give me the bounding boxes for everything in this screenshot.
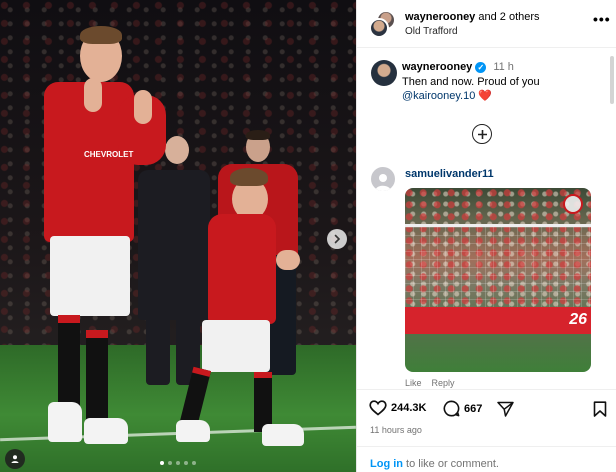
post-time-ago[interactable]: 11 hours ago <box>370 425 422 435</box>
post-photo[interactable]: CHEVROLET <box>0 0 356 472</box>
caption-body: Then and now. Proud of you <box>402 76 540 88</box>
carousel-dot <box>184 461 188 465</box>
carousel-dot <box>160 461 164 465</box>
comment-button[interactable]: 667 <box>443 400 482 417</box>
like-button[interactable]: 244.3K <box>369 400 426 416</box>
carousel-dot <box>192 461 196 465</box>
heart-emoji: ❤️ <box>478 90 493 102</box>
mention-link[interactable]: @kairooney.10 <box>402 90 475 102</box>
post-side-panel: waynerooney and 2 others Old Trafford ••… <box>356 0 616 472</box>
plus-circle-icon <box>477 129 487 139</box>
caption-timestamp[interactable]: 11 h <box>493 61 514 73</box>
bookmark-icon <box>593 401 607 417</box>
coauthors-link[interactable]: and 2 others <box>478 11 539 23</box>
more-options-button[interactable]: ••• <box>593 12 611 26</box>
comment-count: 667 <box>464 402 483 415</box>
club-crest-icon <box>563 194 583 214</box>
verified-badge-icon: ✓ <box>475 61 487 73</box>
carousel-dot <box>168 461 172 465</box>
save-button[interactable] <box>593 401 607 422</box>
collab-avatars[interactable] <box>369 10 397 38</box>
location-link[interactable]: Old Trafford <box>405 26 458 37</box>
comment-reply-button[interactable]: Reply <box>432 378 455 388</box>
media-goal-net <box>405 224 591 308</box>
post-actions-bar: 244.3K 667 11 hours ago Log in to like o… <box>357 389 616 472</box>
tagged-users-button[interactable] <box>5 449 25 469</box>
post-authors: waynerooney and 2 others <box>405 11 540 23</box>
heart-icon <box>369 400 387 416</box>
login-link[interactable]: Log in <box>370 458 403 470</box>
login-prompt: Log in to like or comment. <box>357 446 616 472</box>
login-suffix: to like or comment. <box>403 458 499 470</box>
chevrolet-logo: CHEVROLET <box>84 150 134 159</box>
media-board-text: 26 <box>569 311 587 328</box>
commenter-username-link[interactable]: samuelivander11 <box>405 168 494 180</box>
comment-like-button[interactable]: Like <box>405 378 422 388</box>
author-username-link[interactable]: waynerooney <box>405 11 475 23</box>
share-button[interactable] <box>497 401 514 422</box>
load-more-comments-button[interactable] <box>472 124 492 144</box>
caption-text: Then and now. Proud of you @kairooney.10… <box>402 75 602 103</box>
carousel-dot <box>176 461 180 465</box>
comments-list[interactable]: waynerooney ✓ 11 h Then and now. Proud o… <box>357 49 616 389</box>
comments-scrollbar[interactable] <box>610 56 614 104</box>
caption-header: waynerooney ✓ 11 h <box>402 61 514 73</box>
comment-actions: Like Reply <box>405 378 455 388</box>
like-count: 244.3K <box>391 402 427 414</box>
login-prompt-text: Log in to like or comment. <box>370 458 499 470</box>
commenter-avatar[interactable] <box>371 167 395 191</box>
avatar <box>369 18 389 38</box>
caption-username-link[interactable]: waynerooney <box>402 61 472 73</box>
media-advertising-board: 26 <box>405 307 591 334</box>
caption-avatar[interactable] <box>371 60 397 86</box>
next-photo-button[interactable] <box>327 229 347 249</box>
paper-plane-icon <box>497 401 514 417</box>
chevron-right-icon <box>334 234 341 244</box>
post-header: waynerooney and 2 others Old Trafford ••… <box>357 0 616 48</box>
user-icon <box>11 455 19 463</box>
comment-media-image[interactable]: 26 <box>405 188 591 372</box>
default-avatar-icon <box>375 174 391 191</box>
carousel-indicator <box>160 461 196 465</box>
comment-bubble-icon <box>443 400 460 417</box>
